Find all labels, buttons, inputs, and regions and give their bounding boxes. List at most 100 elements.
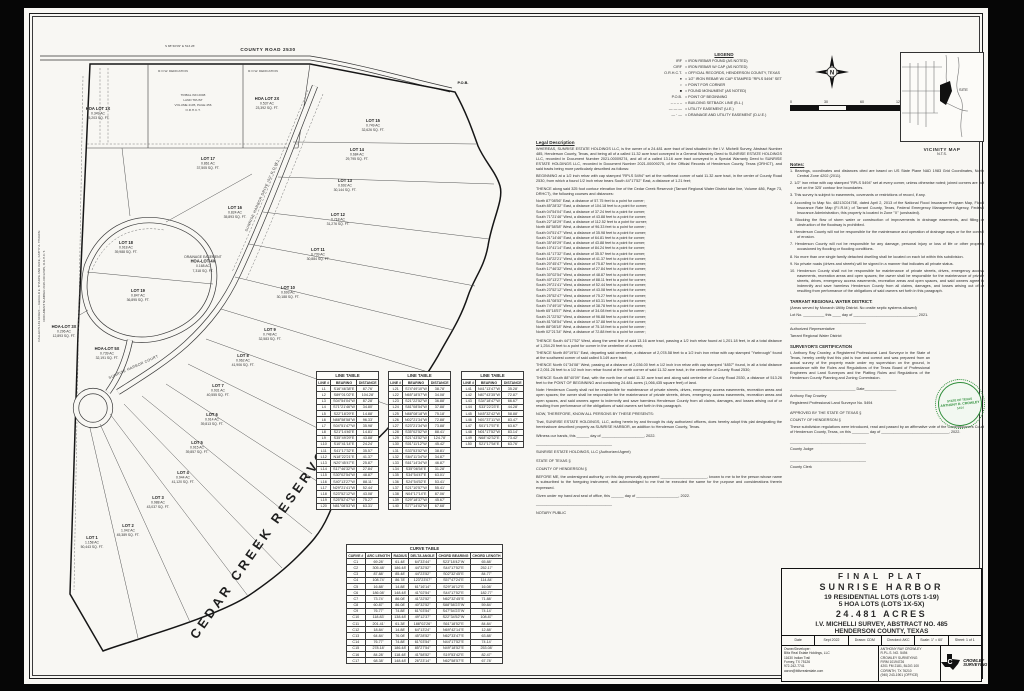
vicinity-map: SITE VICINITY MAP N.T.S. (900, 52, 984, 156)
lot-label: LOT 150.749 AC32,626 SQ. FT. (362, 118, 385, 132)
titleblock-footer-cell: Date (782, 636, 815, 645)
pob-label: P.O.B. (458, 81, 469, 85)
table-row: L40S77°14'02"W67.68' (389, 503, 451, 509)
legend-item: O.R.H.C.T.= OFFICIAL RECORDS, HENDERSON … (656, 71, 792, 75)
lot-label: LOT 140.684 AC29,795 SQ. FT. (346, 147, 369, 161)
lot-label: LOT 110.709 AC30,884 SQ. FT. (307, 247, 330, 261)
plat-sheet: COUNTY ROAD 2530 S 88°40'09" E 513.26' R… (24, 8, 988, 684)
thence-paragraph: THENCE North 01°34'08" West, passing at … (536, 363, 782, 373)
legend-item: — — —= UTILITY EASEMENT (U.E.) (656, 107, 792, 111)
water-district-line: Authorized Representative (790, 327, 984, 333)
note-item: 3. This survey is subject to easements, … (790, 193, 984, 198)
legend-item: IRF= IRON REBAR FOUND (AS NOTED) (656, 59, 792, 63)
titleblock-footer-cell: Scale: 1" = 60' (915, 636, 948, 645)
lot-label: LOT 100.693 AC30,188 SQ. FT. (277, 285, 300, 299)
titleblock-footer-cell: Checked: AKC (882, 636, 915, 645)
notes-column: Notes: 1. Bearings, coordinates and dist… (790, 162, 984, 472)
texas-logo-icon: C (941, 654, 961, 672)
road-a (118, 86, 315, 392)
lot-label: LOT 130.692 AC30,144 SQ. FT. (334, 178, 357, 192)
legend: LEGEND IRF= IRON REBAR FOUND (AS NOTED)C… (656, 52, 792, 119)
legal-paragraph: BEGINNING at a 1/2 inch rebar with cap s… (536, 174, 782, 184)
courses-list: North 87°08'56" East, a distance of 57.7… (536, 199, 782, 336)
logo-text-line2: SURVEYING (963, 663, 987, 668)
table-row: C1768.38'148.48'26°23'14"N62°58'57"E67.7… (347, 658, 503, 664)
note-item: 10. Henderson County shall not be respon… (790, 269, 984, 294)
dedication-line: STATE OF TEXAS § (536, 459, 782, 464)
title-residential-lots: 19 RESIDENTIAL LOTS (LOTS 1-19) (782, 594, 981, 601)
lot-label: LOT 160.824 AC35,893 SQ. FT. (224, 205, 247, 219)
titleblock-footer-cell: Drawn: CDM (849, 636, 882, 645)
dedication-line: SUNRISE ESTATE HOLDINGS, LLC (Authorized… (536, 450, 782, 455)
svg-text:LAND TRUST: LAND TRUST (183, 98, 202, 102)
lot-label: HOA LOT 1X0.349 AC15,203 SQ. FT. (86, 106, 111, 120)
clerk-label: County Clerk (790, 465, 984, 471)
svg-text:VOLUME 2105, PAGE 456: VOLUME 2105, PAGE 456 (175, 103, 212, 107)
thence-list: THENCE South 44°17'52" West, along the w… (536, 339, 782, 386)
surveying-logo: C CROWLEY SURVEYING (941, 646, 987, 682)
legend-items: IRF= IRON REBAR FOUND (AS NOTED)CIRF= IR… (656, 59, 792, 118)
line-table-1-grid: LINE #BEARINGDISTANCEL1S16°46'38"E87.76'… (316, 379, 379, 510)
data-table: LINE #BEARINGDISTANCEL1S16°46'38"E87.76'… (316, 379, 379, 510)
notes-title: Notes: (790, 162, 984, 167)
thence-paragraph: THENCE South 88°40'09" East, with the no… (536, 376, 782, 386)
dedication-line: ____________________________________ (536, 502, 782, 507)
note-item: 6. Henderson County will not be responsi… (790, 230, 984, 240)
water-district-line: Tarrant Regional Water District (790, 334, 984, 340)
legend-item: ●= 1/2" IRON REBAR W/ CAP STAMPED "RPLS … (656, 77, 792, 81)
owner-developer-cell: Owner/Developer:Blitz Real Estate Holdin… (782, 646, 879, 682)
title-block: FINAL PLAT SUNRISE HARBOR 19 RESIDENTIAL… (781, 568, 982, 682)
lot-label: LOT 40.944 AC41,120 SQ. FT. (172, 470, 195, 484)
lot-label: LOT 21.042 AC45,389 SQ. FT. (117, 523, 140, 537)
adjoiner-west-line1: CALLED 5.149 ACRES — GERALD E. THARPE AN… (37, 230, 41, 341)
lot-label: LOT 170.861 AC37,505 SQ. FT. (197, 156, 220, 170)
lot-label: LOT 60.914 AC39,813 SQ. FT. (201, 412, 224, 426)
line-table-1: LINE TABLE LINE #BEARINGDISTANCEL1S16°46… (316, 371, 379, 510)
lot-label: LOT 11.158 AC50,443 SQ. FT. (81, 535, 104, 549)
legal-paragraph: WHEREAS, SUNRISE ESTATE HOLDINGS LLC, is… (536, 147, 782, 172)
svg-text:C: C (948, 659, 953, 666)
approval-paragraph: These subdivision regulations were intro… (790, 425, 984, 435)
scale-bar (790, 105, 902, 111)
vicinity-map-drawing: SITE (900, 52, 984, 142)
scale-tick: 0 (790, 100, 792, 104)
legend-item: ○= POINT FOR CORNER (656, 83, 792, 87)
dedication-line: COUNTY OF HENDERSON § (536, 467, 782, 472)
lot-label: HOA-LOT 5X0.739 AC32,191 SQ. FT. (95, 346, 120, 360)
dedication-line: NOTARY PUBLIC (536, 511, 782, 516)
lot-label: LOT 90.748 AC32,583 SQ. FT. (259, 327, 282, 341)
dedication-line: ____________________________________ (536, 442, 782, 447)
legal-paragraph: THENCE along said 325 foot contour eleva… (536, 187, 782, 197)
surveyor-info-line: (940) 243-1901 (OFFICE) (881, 673, 939, 677)
judge-label: County Judge (790, 447, 984, 453)
titleblock-footer-cell: Sheet: 1 of 1 (949, 636, 981, 645)
lot-label: LOT 180.918 AC39,988 SQ. FT. (115, 240, 138, 254)
line-table-3-grid: LINE #BEARINGDISTANCEL41N41°13'47"W35.28… (461, 379, 524, 448)
line-table-3: LINE TABLE LINE #BEARINGDISTANCEL41N41°1… (461, 371, 524, 448)
scale-tick: 30 (824, 100, 828, 104)
screenshot-stage: COUNTY ROAD 2530 S 88°40'09" E 513.26' R… (0, 0, 1024, 691)
county-road-label: COUNTY ROAD 2530 (240, 47, 295, 52)
legend-item: P.O.B.= POINT OF BEGINNING (656, 95, 792, 99)
note-item: 2. 1/2" iron rebar with cap stamped "RPL… (790, 181, 984, 191)
titleblock-bottom: Owner/Developer:Blitz Real Estate Holdin… (782, 646, 981, 682)
lot-label: LOT 120.718 AC31,276 SQ. FT. (327, 212, 350, 226)
owner-info-line: aaron@blitzrealestate.com (784, 669, 876, 673)
water-district-line: (Areas served by Monarch Utility Distric… (790, 306, 984, 312)
row-dedication-label-2: R.O.W. DEDICATION (248, 69, 278, 73)
titleblock-footer-strip: DateSept 2022Drawn: CDMChecked: AKCScale… (782, 636, 981, 646)
lot-label: LOT 30.988 AC43,037 SQ. FT. (147, 495, 170, 509)
legend-item: — · —= DRAINAGE AND UTILITY EASEMENT (D.… (656, 113, 792, 117)
cert-heading: SURVEYOR'S CERTIFICATION (790, 344, 984, 349)
water-district-heading: TARRANT REGIONAL WATER DISTRICT: (790, 299, 984, 304)
dedication-block: Note: Henderson County shall not be resp… (536, 388, 782, 515)
notes-list: 1. Bearings, coordinates and distances c… (790, 169, 984, 294)
legend-title: LEGEND (656, 52, 792, 57)
clerk-signature-line: ____________________________________ (790, 458, 984, 464)
title-final-plat: FINAL PLAT (782, 572, 981, 581)
scale-tick: 60 (860, 100, 864, 104)
adjoiner-west-line2: DOCUMENT NUMBER 2020-00012345, O.R.H.C.T… (42, 250, 46, 321)
thence-paragraph: THENCE North 89°19'51" East, departing s… (536, 351, 782, 361)
graphic-scale: 03060120 (790, 100, 902, 111)
svg-text:O.R.H.C.T.: O.R.H.C.T. (186, 108, 201, 112)
